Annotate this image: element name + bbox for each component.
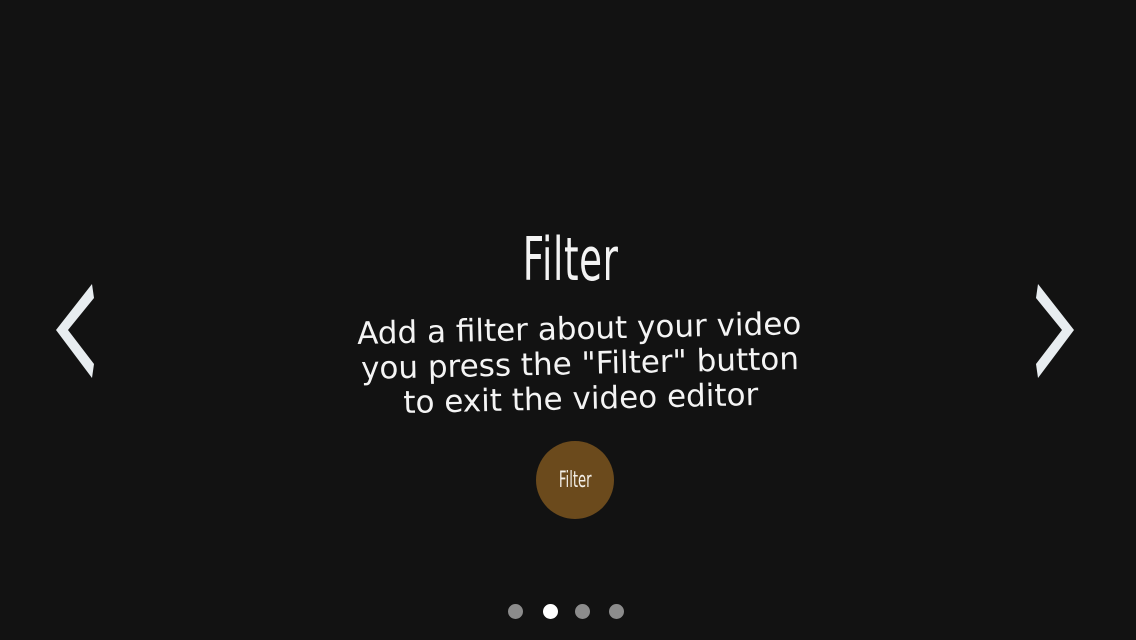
next-slide-button[interactable] xyxy=(1034,282,1078,382)
chevron-right-icon xyxy=(1036,284,1074,378)
filter-button[interactable]: Filter xyxy=(536,441,614,519)
filter-button-label: Filter xyxy=(558,467,592,493)
page-dot[interactable] xyxy=(508,604,523,619)
page-dot[interactable] xyxy=(575,604,590,619)
page-indicator xyxy=(0,603,1136,621)
chevron-left-icon xyxy=(56,284,94,378)
slide-title: Filter xyxy=(522,225,619,295)
page-dot[interactable] xyxy=(543,604,558,619)
page-dot[interactable] xyxy=(609,604,624,619)
slide-description: Add a filter about your video you press … xyxy=(317,306,843,423)
previous-slide-button[interactable] xyxy=(52,282,96,382)
onboarding-screen: Filter Add a filter about your video you… xyxy=(0,0,1136,640)
